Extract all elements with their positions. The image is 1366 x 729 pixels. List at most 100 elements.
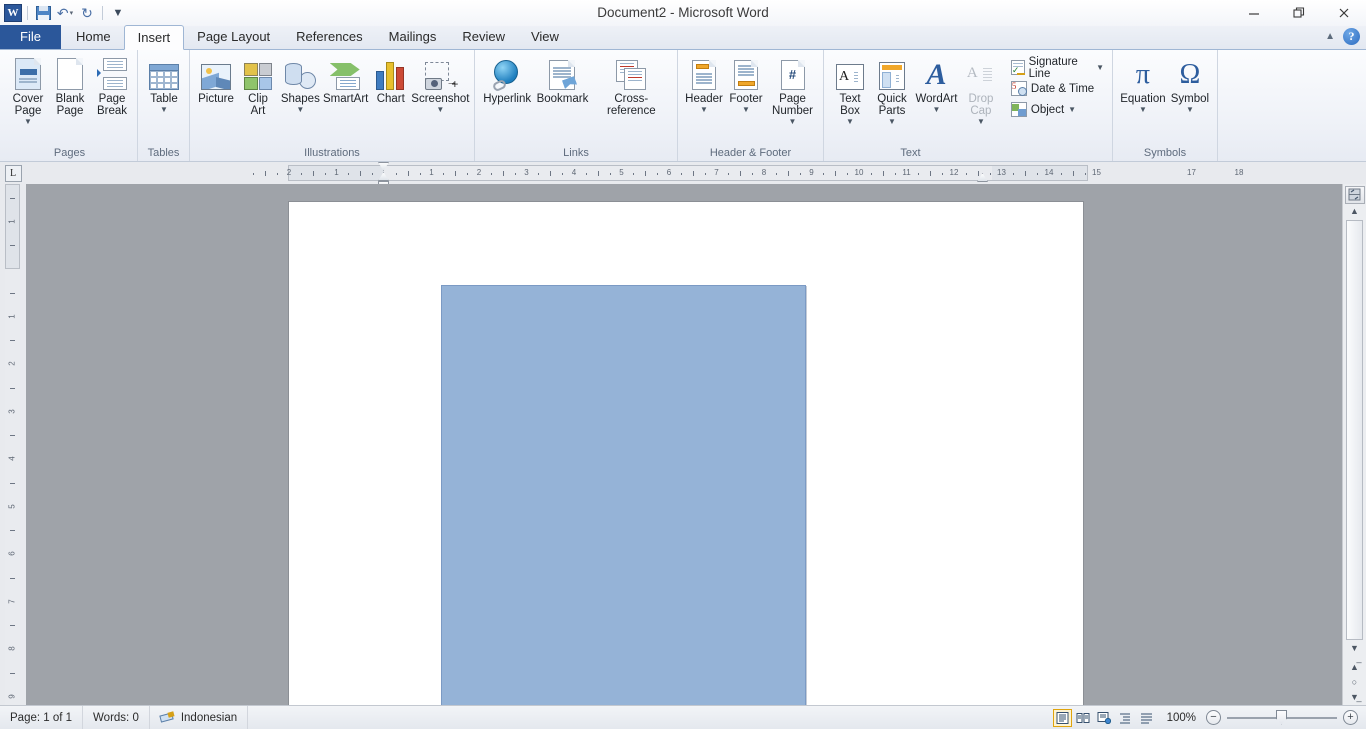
picture-button[interactable]: Picture	[195, 54, 237, 107]
vertical-scrollbar[interactable]: ▲ ▼ ▲̅ ○ ▼̲	[1342, 184, 1366, 705]
ruler-minor-tick	[1060, 173, 1062, 175]
text-box-dropdown-icon[interactable]: ▼	[846, 118, 854, 126]
symbol-dropdown-icon[interactable]: ▼	[1186, 106, 1194, 114]
blank-page-button[interactable]: Blank Page	[49, 54, 91, 119]
outline-view[interactable]	[1116, 709, 1135, 727]
help-icon[interactable]: ?	[1343, 28, 1360, 45]
signature-line-button[interactable]: ✓ Signature Line ▼	[1008, 56, 1107, 80]
next-page-icon[interactable]: ▼̲	[1346, 690, 1363, 705]
wordart-dropdown-icon[interactable]: ▼	[932, 106, 940, 114]
ruler-corner	[1342, 162, 1366, 184]
zoom-slider[interactable]	[1227, 709, 1337, 725]
page-break-button[interactable]: Page Break	[91, 54, 133, 119]
horizontal-ruler[interactable]: 2 1 1 2 3 4 5 6 7 8 9 10 11 12 13 14 15 17 18	[253, 165, 1243, 181]
page-indicator[interactable]: Page: 1 of 1	[0, 705, 84, 729]
drop-cap-dropdown-icon[interactable]: ▼	[977, 118, 985, 126]
tab-insert[interactable]: Insert	[123, 25, 185, 50]
split-window-icon[interactable]	[1344, 186, 1365, 204]
tab-file[interactable]: File	[0, 25, 61, 49]
quick-parts-button[interactable]: Quick Parts ▼	[871, 54, 913, 127]
tab-review[interactable]: Review	[449, 25, 518, 49]
zoom-in-button[interactable]: +	[1343, 710, 1358, 725]
page-number-dropdown-icon[interactable]: ▼	[789, 118, 797, 126]
tab-mailings[interactable]: Mailings	[376, 25, 450, 49]
vruler-half-tick	[10, 625, 15, 627]
close-icon[interactable]	[1321, 0, 1366, 26]
ruler-tick: 2	[286, 168, 292, 177]
cover-page-button[interactable]: Cover Page ▼	[7, 54, 49, 127]
document-page[interactable]	[289, 202, 1083, 705]
scroll-down-button[interactable]: ▼	[1346, 641, 1363, 656]
quick-parts-dropdown-icon[interactable]: ▼	[888, 118, 896, 126]
tab-home[interactable]: Home	[63, 25, 124, 49]
object-dropdown-icon[interactable]: ▼	[1068, 105, 1076, 114]
footer-button[interactable]: Footer ▼	[725, 54, 767, 115]
word-application-window: W ↶ ▾ ↻ ▼ Document2 - Microsoft Word Fil…	[0, 0, 1366, 729]
header-dropdown-icon[interactable]: ▼	[700, 106, 708, 114]
ruler-half-tick	[312, 171, 314, 176]
chart-button[interactable]: Chart	[370, 54, 412, 107]
page-number-button[interactable]: # Page Number ▼	[767, 54, 818, 127]
signature-line-dropdown-icon[interactable]: ▼	[1096, 63, 1104, 72]
footer-icon	[734, 56, 758, 90]
title-bar: W ↶ ▾ ↻ ▼ Document2 - Microsoft Word	[0, 0, 1366, 26]
ruler-tick: 3	[524, 168, 529, 177]
smartart-icon	[329, 56, 362, 90]
drop-cap-icon: A	[967, 56, 995, 90]
table-button[interactable]: Table ▼	[143, 54, 185, 115]
restore-icon[interactable]	[1276, 0, 1321, 26]
equation-label: Equation	[1120, 93, 1166, 105]
minimize-icon[interactable]	[1231, 0, 1276, 26]
footer-dropdown-icon[interactable]: ▼	[742, 106, 750, 114]
shapes-dropdown-icon[interactable]: ▼	[296, 106, 304, 114]
document-canvas[interactable]	[26, 184, 1342, 705]
rectangle-shape[interactable]	[441, 285, 806, 705]
word-count[interactable]: Words: 0	[83, 705, 150, 729]
screenshot-dropdown-icon[interactable]: ▼	[436, 106, 444, 114]
vruler-half-tick	[10, 292, 15, 294]
print-layout-view[interactable]	[1052, 708, 1072, 727]
collapse-ribbon-icon[interactable]: ▲	[1325, 31, 1335, 42]
select-browse-object-icon[interactable]: ○	[1346, 675, 1363, 690]
bookmark-button[interactable]: Bookmark	[534, 54, 590, 107]
clip-art-button[interactable]: Clip Art	[237, 54, 279, 119]
tab-view[interactable]: View	[518, 25, 572, 49]
tab-references[interactable]: References	[283, 25, 375, 49]
tab-page-layout[interactable]: Page Layout	[184, 25, 283, 49]
vertical-ruler[interactable]: 21123456789	[0, 184, 26, 705]
chart-label: Chart	[376, 93, 405, 105]
equation-dropdown-icon[interactable]: ▼	[1139, 106, 1147, 114]
language-indicator[interactable]: Indonesian	[150, 705, 249, 729]
ruler-minor-tick	[918, 173, 920, 175]
zoom-out-button[interactable]: −	[1206, 710, 1221, 725]
object-button[interactable]: Object ▼	[1008, 99, 1107, 120]
equation-button[interactable]: π Equation ▼	[1118, 54, 1168, 115]
web-layout-view[interactable]	[1095, 709, 1114, 727]
ruler-tick: 14	[1044, 168, 1054, 177]
drop-cap-button[interactable]: A Drop Cap ▼	[960, 54, 1002, 127]
symbol-button[interactable]: Ω Symbol ▼	[1168, 54, 1212, 115]
hyperlink-button[interactable]: Hyperlink	[480, 54, 534, 107]
zoom-slider-thumb[interactable]	[1276, 709, 1287, 725]
wordart-button[interactable]: A WordArt ▼	[913, 54, 960, 115]
tab-stop-selector[interactable]: L	[0, 162, 26, 184]
object-label: Object	[1030, 103, 1065, 116]
draft-view[interactable]	[1137, 709, 1156, 727]
full-screen-reading-view[interactable]	[1074, 709, 1093, 727]
previous-page-icon[interactable]: ▲̅	[1346, 660, 1363, 675]
scrollbar-thumb[interactable]	[1346, 219, 1363, 640]
group-label-illustrations: Illustrations	[304, 147, 360, 159]
screenshot-button[interactable]: → + Screenshot ▼	[411, 54, 469, 115]
header-button[interactable]: Header ▼	[683, 54, 725, 115]
ruler-minor-tick	[989, 173, 991, 175]
vruler-tick: 1	[7, 218, 17, 224]
cover-page-dropdown-icon[interactable]: ▼	[24, 118, 32, 126]
cross-reference-button[interactable]: Cross-reference	[591, 54, 672, 119]
zoom-level[interactable]: 100%	[1157, 712, 1206, 724]
text-box-button[interactable]: A Text Box ▼	[829, 54, 871, 127]
smartart-button[interactable]: SmartArt	[322, 54, 370, 107]
shapes-button[interactable]: Shapes ▼	[279, 54, 322, 115]
date-time-button[interactable]: 5 Date & Time	[1008, 78, 1107, 99]
table-dropdown-icon[interactable]: ▼	[160, 106, 168, 114]
scroll-up-button[interactable]: ▲	[1346, 204, 1363, 219]
